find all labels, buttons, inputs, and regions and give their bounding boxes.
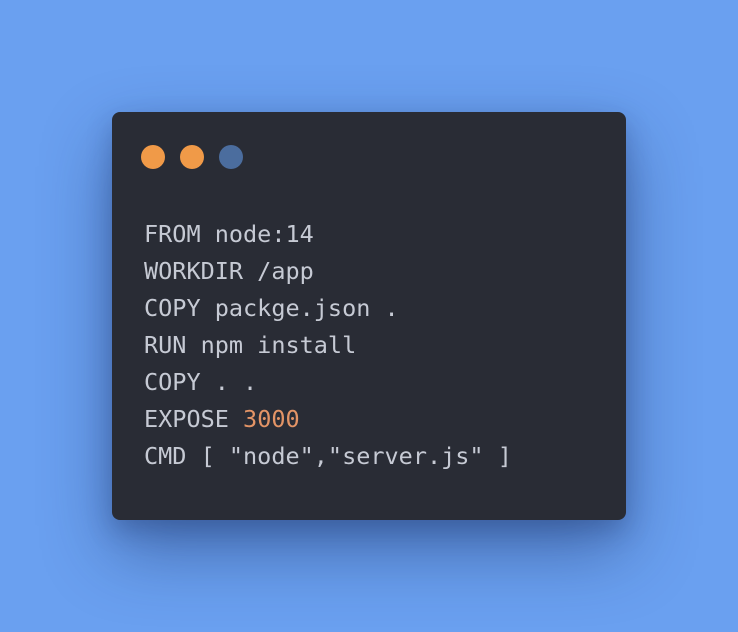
code-line: FROM node:14 [144,220,314,248]
code-line: CMD [ "node","server.js" ] [144,442,512,470]
code-line: COPY . . [144,368,258,396]
code-line: WORKDIR /app [144,257,314,285]
code-line: RUN npm install [144,331,357,359]
close-dot [141,145,165,169]
code-window: FROM node:14 WORKDIR /app COPY packge.json… [112,112,626,520]
code-line: COPY packge.json . [144,294,399,322]
code-line: EXPOSE 3000 [144,401,512,438]
code-block: FROM node:14 WORKDIR /app COPY packge.json… [144,216,512,475]
minimize-dot [180,145,204,169]
maximize-dot [219,145,243,169]
window-controls [141,145,243,169]
code-keyword-text: EXPOSE [144,405,244,433]
port-number: 3000 [243,405,300,433]
